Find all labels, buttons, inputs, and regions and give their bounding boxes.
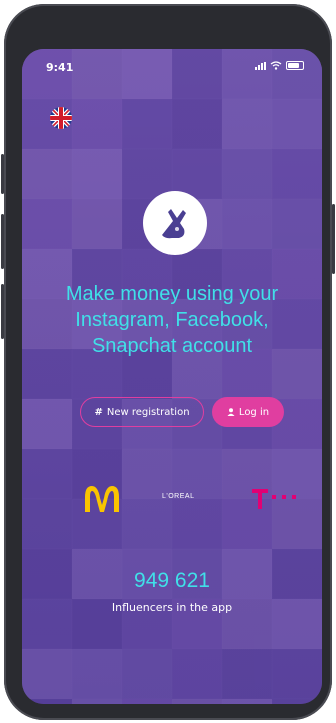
headline-line-2: Instagram, Facebook, — [75, 309, 269, 331]
new-registration-button[interactable]: # New registration — [80, 397, 204, 427]
side-button — [332, 204, 335, 274]
headline-line-3: Snapchat account — [91, 335, 253, 357]
login-label: Log in — [238, 406, 270, 418]
volume-up-button — [1, 214, 4, 269]
mcdonalds-logo — [85, 486, 119, 512]
influencer-count-label: Influencers in the app — [111, 601, 233, 614]
status-time: 9:41 — [46, 61, 74, 74]
volume-down-button — [1, 284, 4, 339]
influencer-count: 949 621 — [134, 569, 210, 592]
status-icons — [255, 61, 304, 70]
loreal-logo: L'OREAL — [162, 493, 195, 500]
battery-icon — [286, 61, 304, 70]
signal-icon — [255, 61, 266, 70]
phone-frame: 9:41 Make money using your Instagram, Fa… — [1, 4, 335, 720]
uk-flag-icon[interactable] — [50, 107, 72, 129]
telekom-logo — [252, 489, 296, 509]
login-button[interactable]: Log in — [212, 397, 284, 427]
headline-line-1: Make money using your — [65, 283, 279, 305]
app-logo — [143, 191, 207, 255]
app-screen: 9:41 Make money using your Instagram, Fa… — [22, 49, 322, 704]
rock-hand-icon — [162, 209, 186, 239]
person-icon — [227, 408, 235, 416]
power-button — [1, 154, 4, 194]
hash-icon: # — [94, 406, 103, 418]
headline: Make money using your Instagram, Faceboo… — [32, 281, 312, 359]
new-registration-label: New registration — [106, 406, 190, 418]
wifi-icon — [270, 61, 282, 70]
status-bar: 9:41 — [22, 49, 322, 75]
partner-brands: L'OREAL — [22, 479, 322, 519]
